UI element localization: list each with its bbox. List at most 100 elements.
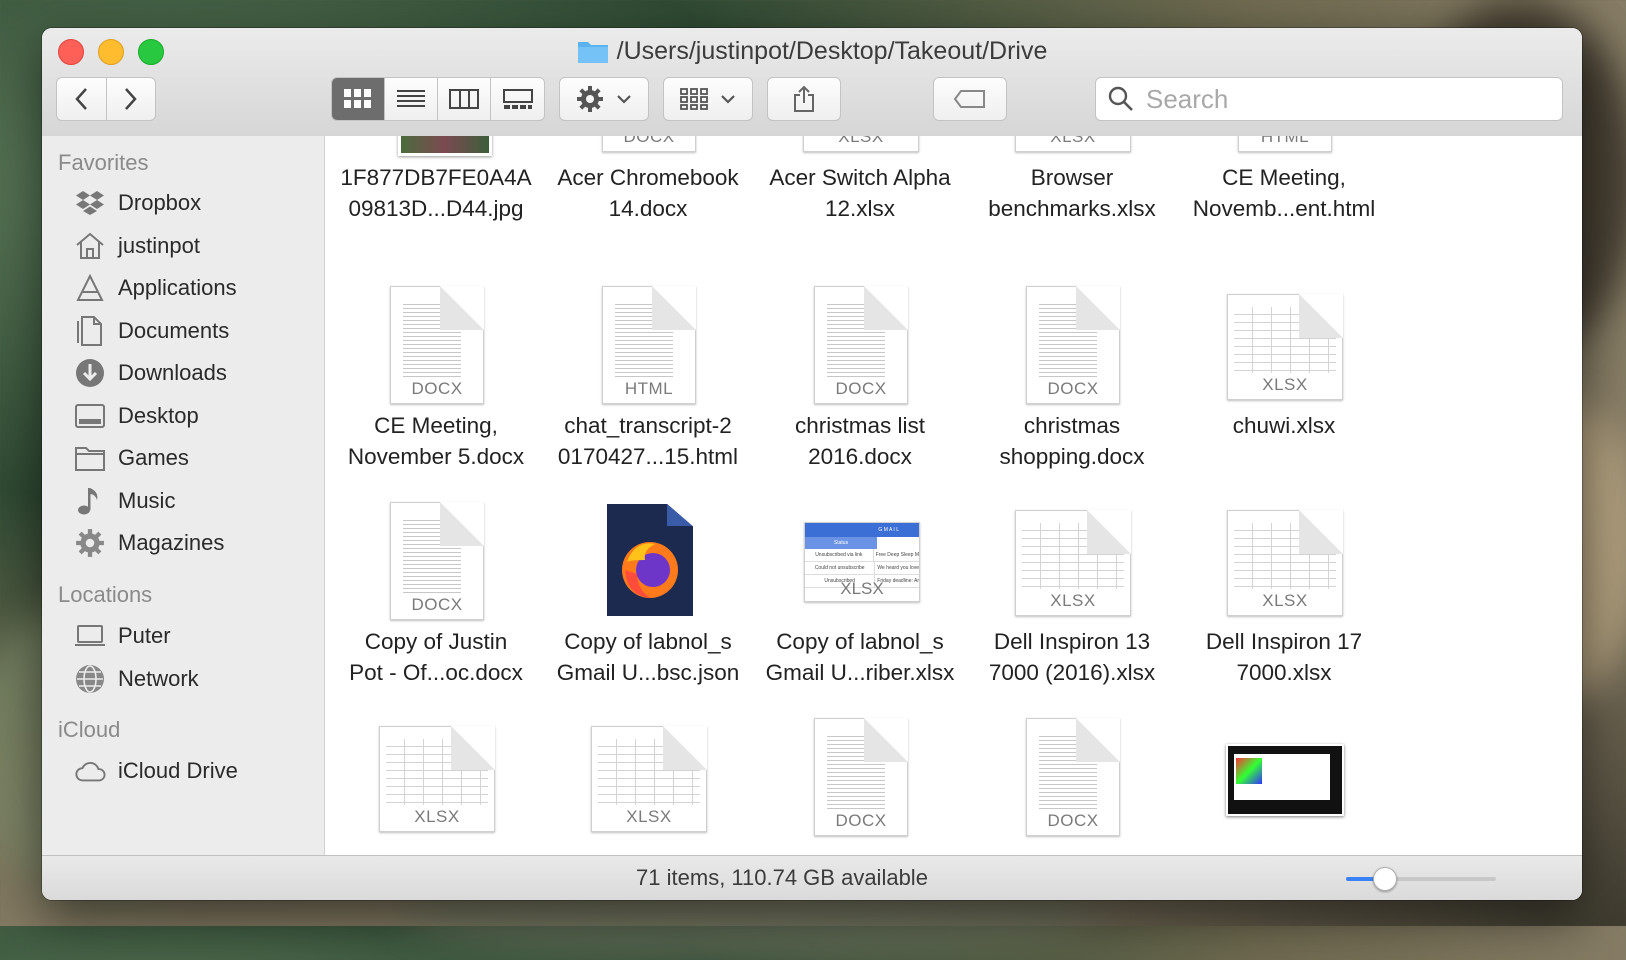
sidebar-item-documents[interactable]: Documents — [74, 311, 229, 351]
file-name-line: shopping.docx — [999, 444, 1145, 469]
file-name: Acer Chromebook 14.docx — [542, 162, 754, 224]
file-type-label: DOCX — [835, 379, 887, 398]
slider-knob[interactable] — [1372, 867, 1397, 891]
file-name: chat_transcript-2 0170427...15.html — [542, 410, 754, 472]
file-type-label: DOCX — [411, 595, 463, 614]
column-view-button[interactable] — [438, 78, 491, 120]
sidebar: Favorites Locations iCloud Dropbox justin… — [42, 136, 325, 856]
sidebar-item-music[interactable]: Music — [74, 481, 175, 521]
file-type-label: XLSX — [838, 136, 884, 146]
sidebar-item-magazines[interactable]: Magazines — [74, 523, 224, 563]
forward-button[interactable] — [107, 78, 156, 120]
file-item[interactable]: Copy of labnol_s Gmail U...bsc.json — [542, 482, 754, 692]
action-menu-button[interactable] — [559, 77, 649, 121]
file-name-line: CE Meeting, — [1222, 165, 1346, 190]
page-fold — [652, 286, 696, 330]
file-thumbnail: DOCX — [390, 502, 484, 620]
sidebar-item-network[interactable]: Network — [74, 659, 199, 699]
file-item[interactable]: XLSX — [330, 698, 542, 856]
icon-view-button[interactable] — [332, 78, 385, 120]
sidebar-item-justinpot[interactable]: justinpot — [74, 226, 200, 266]
view-mode-control — [331, 77, 545, 121]
file-name: Dell Inspiron 13 7000 (2016).xlsx — [966, 626, 1178, 688]
tags-button[interactable] — [933, 77, 1007, 121]
sheet-cell: Free Deep Sleep M — [875, 552, 919, 558]
sidebar-heading-locations: Locations — [58, 582, 153, 607]
sidebar-item-label: Music — [118, 487, 176, 513]
sheet-cell: We heard you love — [877, 565, 919, 571]
search-field[interactable] — [1095, 77, 1563, 121]
file-thumbnail: DOCX — [1026, 718, 1120, 836]
file-item[interactable]: DOCX — [754, 698, 966, 856]
file-name: chuwi.xlsx — [1178, 410, 1390, 441]
page-fold — [1076, 286, 1120, 330]
file-item[interactable] — [1178, 698, 1390, 856]
list-view-button[interactable] — [385, 78, 438, 120]
sidebar-item-label: Network — [118, 665, 199, 691]
sidebar-item-applications[interactable]: Applications — [74, 268, 237, 308]
sidebar-item-desktop[interactable]: Desktop — [74, 396, 199, 436]
file-thumbnail: HTML — [1238, 136, 1332, 152]
share-button[interactable] — [767, 77, 841, 121]
file-item[interactable]: DOCX — [966, 698, 1178, 856]
sidebar-item-label: Puter — [118, 623, 171, 648]
sidebar-item-label: Magazines — [118, 530, 225, 555]
file-item[interactable]: XLSX — [542, 698, 754, 856]
file-thumbnail: DOCX — [390, 286, 484, 404]
file-type-label: XLSX — [1050, 136, 1096, 146]
file-name-line: 7000 (2016).xlsx — [988, 660, 1156, 685]
page-fold — [1299, 510, 1343, 554]
file-type-label: XLSX — [840, 579, 884, 598]
file-name-line: benchmarks.xlsx — [988, 196, 1156, 221]
file-item[interactable]: HTML chat_transcript-2 0170427...15.html — [542, 266, 754, 476]
file-type-label: XLSX — [1262, 375, 1308, 394]
file-name-line: Acer Switch Alpha — [769, 165, 951, 190]
sidebar-item-puter[interactable]: Puter — [74, 616, 171, 656]
firefox-icon — [607, 504, 693, 616]
sidebar-item-downloads[interactable]: Downloads — [74, 353, 227, 393]
file-thumbnail: XLSX — [591, 726, 707, 832]
file-item[interactable]: G M A I L Status Unsubscribed via link Free… — [754, 482, 966, 692]
file-type-label: XLSX — [1050, 591, 1096, 610]
file-type-label: DOCX — [411, 379, 463, 398]
sidebar-item-dropbox[interactable]: Dropbox — [74, 183, 201, 223]
file-item[interactable]: XLSX chuwi.xlsx — [1178, 266, 1390, 476]
file-item[interactable]: XLSX Dell Inspiron 13 7000 (2016).xlsx — [966, 482, 1178, 692]
sidebar-item-label: Desktop — [118, 402, 199, 428]
file-type-label: XLSX — [414, 807, 460, 826]
file-item[interactable]: DOCX christmas list 2016.docx — [754, 266, 966, 476]
file-name-line: christmas list — [794, 413, 925, 438]
sidebar-item-label: justinpot — [118, 232, 200, 258]
icon-size-slider[interactable] — [1346, 867, 1496, 891]
file-item[interactable]: XLSX Dell Inspiron 17 7000.xlsx — [1178, 482, 1390, 692]
file-name-line: 0170427...15.html — [557, 444, 739, 469]
sidebar-item-games[interactable]: Games — [74, 438, 189, 478]
sidebar-heading-icloud: iCloud — [58, 717, 121, 742]
sidebar-item-icloud-drive[interactable]: iCloud Drive — [74, 751, 238, 791]
gear-icon — [577, 86, 603, 112]
toolbar: /Users/justinpot/Desktop/Takeout/Drive — [42, 28, 1582, 137]
file-name: Copy of labnol_s Gmail U...bsc.json — [542, 626, 754, 688]
file-thumbnail: XLSX — [1227, 510, 1343, 616]
file-name: christmas list 2016.docx — [754, 410, 966, 472]
file-name-line: 12.xlsx — [824, 196, 896, 221]
file-item[interactable]: DOCX Copy of Justin Pot - Of...oc.docx — [330, 482, 542, 692]
network-icon — [74, 663, 106, 695]
file-item[interactable]: DOCX christmas shopping.docx — [966, 266, 1178, 476]
desktop-icon — [74, 400, 106, 432]
search-input[interactable] — [1144, 82, 1528, 116]
spreadsheet-thumbnail: G M A I L Status Unsubscribed via link Free… — [804, 522, 920, 602]
group-by-button[interactable] — [663, 77, 753, 121]
file-name: Acer Switch Alpha 12.xlsx — [754, 162, 966, 224]
page-fold — [864, 718, 908, 762]
back-button[interactable] — [57, 78, 107, 120]
file-name-line: chat_transcript-2 — [564, 413, 732, 438]
list-icon — [397, 90, 425, 107]
finder-window: /Users/justinpot/Desktop/Takeout/Drive S… — [42, 28, 1582, 900]
page-fold — [1299, 294, 1343, 338]
file-name: Browser benchmarks.xlsx — [966, 162, 1178, 224]
file-item[interactable]: DOCX CE Meeting, November 5.docx — [330, 266, 542, 476]
page-fold — [440, 502, 484, 546]
downloads-icon — [74, 357, 106, 389]
gallery-view-button[interactable] — [491, 78, 544, 120]
